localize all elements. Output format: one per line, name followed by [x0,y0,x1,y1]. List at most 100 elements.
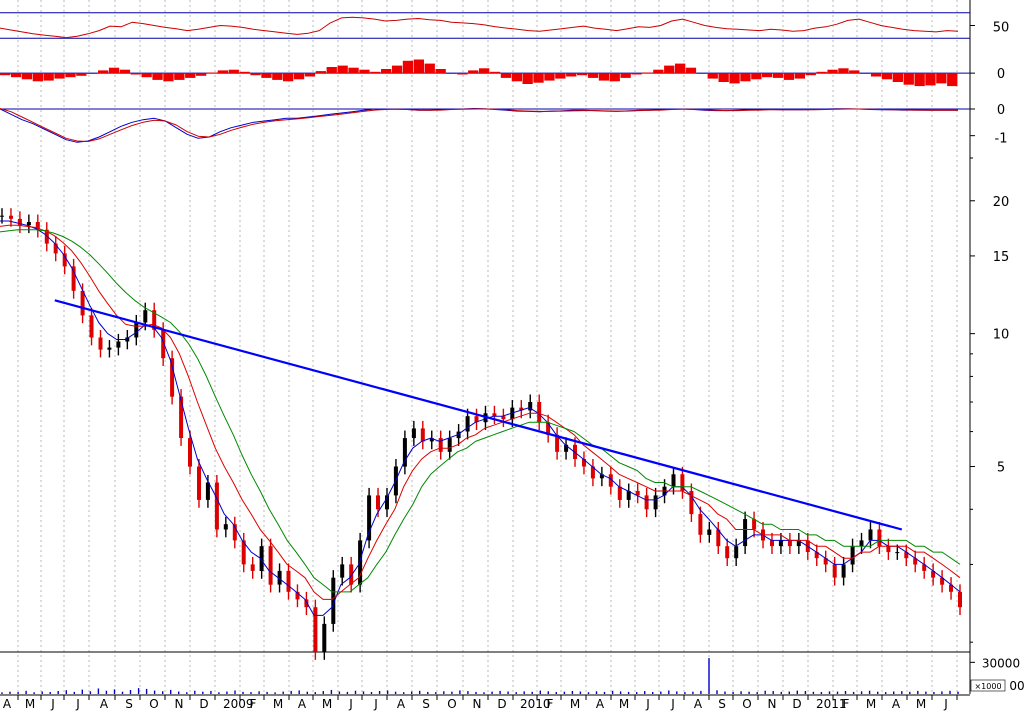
price-candle-body [304,599,309,608]
histogram-bar [359,69,370,74]
histogram-bar [43,73,54,81]
date-tick-label: M [273,697,283,711]
price-candle-body [877,529,882,547]
price-candle-body [895,552,900,554]
histogram-bar [718,73,729,82]
histogram-bar [653,69,664,74]
macd-tick-label-minus1: -1 [995,132,1008,147]
price-candle-body [778,540,783,547]
price-candle-body [787,540,792,547]
histogram-bar [783,73,795,80]
histogram-bar [870,73,882,77]
price-candle-body [671,474,676,487]
histogram-bar [98,70,109,74]
price-candle-body [26,222,31,226]
histogram-bar [261,73,272,78]
volume-tick-label: 30000 [982,656,1020,670]
price-candle-body [617,486,622,500]
date-tick-label: J [943,697,948,711]
histogram-bar [794,73,805,79]
histogram-bar [805,73,816,76]
histogram-bar [598,73,610,81]
date-tick-label: O [447,697,456,711]
price-candle-body [322,623,327,652]
histogram-bar [577,73,588,76]
volume-tick-label-low: 00 [1009,679,1024,693]
histogram-bar [468,70,479,74]
price-candle-body [89,315,94,338]
stock-chart: 50 0 0 -1 20 15 10 5 ×1000 00 30000 A M J J A S O N D 2009 F M… [0,0,1029,711]
date-tick-label: J [348,697,353,711]
histogram-bar [914,73,925,87]
price-candle-body [734,546,739,559]
histogram-bar [566,73,577,77]
price-candle-body [411,428,416,439]
histogram-bar [522,73,533,84]
histogram-bar [337,65,348,74]
histogram-bar [65,73,76,78]
histogram-bar [860,73,871,74]
price-candle-body [832,564,837,578]
price-candle-body [859,540,864,547]
date-tick-label: F [843,697,850,711]
histogram-bar [152,73,163,80]
histogram-bar [239,71,250,74]
date-tick-label: N [175,697,184,711]
price-candle-body [250,564,255,571]
price-candle-body [367,495,372,541]
date-tick-label: F [250,697,257,711]
price-candle-body [134,322,139,338]
price-candle-body [376,495,380,510]
date-tick-label: J [670,697,675,711]
histogram-bar [196,73,207,76]
histogram-bar [293,73,305,80]
histogram-bar [206,72,218,74]
price-candle-body [313,607,318,652]
histogram-bar [402,60,414,74]
histogram-bar [533,73,544,83]
histogram-bar [185,73,196,78]
date-tick-label: N [768,697,777,711]
histogram-bar [544,73,555,81]
histogram-bar [925,73,936,86]
chart-svg: 5000-12015105×1000 0030000A M J J A S O N D 2009F M… [0,0,1029,711]
date-tick-label: M [25,697,35,711]
date-tick-label: A [892,697,901,711]
price-candle-body [841,564,846,578]
date-tick-label: F [547,697,554,711]
histogram-bar [108,67,120,74]
histogram-bar [892,73,903,82]
date-tick-label: A [100,697,109,711]
date-tick-label: J [75,697,80,711]
volume-unit-label: ×1000 [974,682,1001,691]
price-candle-body [170,358,175,397]
price-candle-body [420,428,425,442]
histogram-bar [315,71,326,74]
histogram-bar [881,73,893,80]
histogram-bar [947,73,958,87]
histogram-bar [707,73,718,79]
price-candle-body [197,466,201,500]
date-tick-label: A [397,697,406,711]
histogram-bar [435,69,446,74]
price-candle-body [698,514,703,535]
price-candle-body [71,266,76,291]
price-candle-body [770,540,774,547]
price-candle-body [725,546,730,559]
histogram-bar [489,71,501,74]
histogram-bar [729,73,740,84]
histogram-bar [119,69,131,74]
price-candle-body [537,402,542,423]
date-tick-label: D [497,697,506,711]
histogram-bar [250,73,261,76]
histogram-bar [696,73,707,74]
histogram-bar [21,73,33,80]
price-candle-body [205,482,210,500]
price-candle-body [98,337,103,350]
price-candle-body [0,215,4,217]
histogram-bar [32,73,43,82]
histogram-bar [228,69,239,74]
date-tick-label: A [596,697,605,711]
price-candle-body [179,396,184,438]
histogram-bar [479,68,490,74]
